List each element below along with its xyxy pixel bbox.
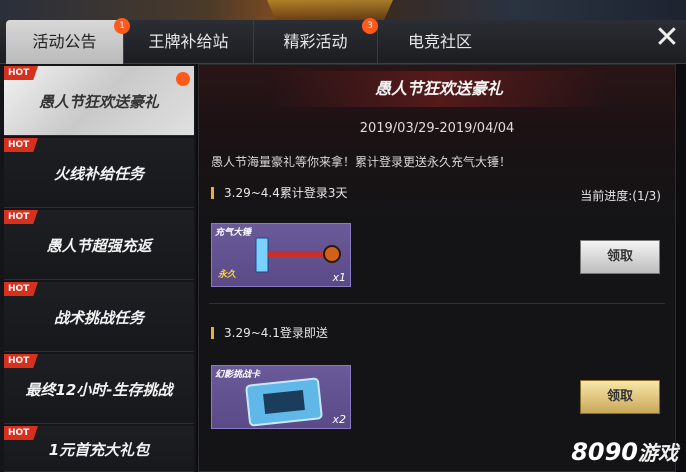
challenge-card-icon	[245, 377, 323, 427]
tab-announcements[interactable]: 活动公告 1	[6, 18, 130, 64]
tab-label: 王牌补给站	[148, 32, 229, 51]
notification-dot	[176, 72, 190, 86]
close-icon: ✕	[654, 20, 680, 55]
claim-button[interactable]: 领取	[580, 380, 660, 414]
top-banner	[0, 0, 686, 20]
sidebar-item-recharge-rebate[interactable]: HOT 愚人节超强充返	[4, 210, 194, 280]
reward-item-card[interactable]: 幻影挑战卡 x2	[211, 365, 351, 429]
sidebar-item-label: 愚人节狂欢送豪礼	[38, 93, 159, 111]
sidebar-item-label: 战术挑战任务	[53, 309, 144, 327]
sidebar-item-label: 1元首充大礼包	[48, 441, 150, 459]
event-detail-panel: 愚人节狂欢送豪礼 2019/03/29-2019/04/04 愚人节海量豪礼等你…	[198, 64, 676, 472]
tab-label: 电竞社区	[407, 32, 472, 51]
task-heading: 3.29~4.4累计登录3天	[211, 187, 348, 199]
reward-item-card[interactable]: 充气大锤 永久 x1	[211, 223, 351, 287]
sidebar-item-label: 最终12小时-生存挑战	[25, 381, 173, 399]
event-date-range: 2019/03/29-2019/04/04	[359, 121, 515, 136]
event-description: 愚人节海量豪礼等你来拿！累计登录更送永久充气大锤！	[211, 155, 512, 169]
tab-events[interactable]: 精彩活动 3	[254, 18, 378, 64]
tab-badge: 3	[362, 18, 378, 34]
sidebar-item-label: 火线补给任务	[53, 165, 144, 183]
close-button[interactable]: ✕	[654, 23, 680, 53]
progress-text: 当前进度:(1/3)	[580, 189, 661, 203]
sidebar-item-survival-challenge[interactable]: HOT 最终12小时-生存挑战	[4, 354, 194, 424]
tab-bar: 活动公告 1 王牌补给站 精彩活动 3 电竞社区	[0, 18, 686, 64]
sidebar-item-supply-mission[interactable]: HOT 火线补给任务	[4, 138, 194, 208]
site-watermark: 8090游戏	[571, 437, 678, 466]
reward-quantity: x1	[332, 271, 346, 284]
watermark-text: 游戏	[638, 441, 678, 465]
game-logo	[267, 0, 393, 20]
divider	[209, 303, 665, 304]
event-title: 愚人节狂欢送豪礼	[269, 71, 609, 107]
reward-quantity: x2	[332, 413, 346, 426]
reward-duration-tag: 永久	[218, 270, 237, 280]
watermark-number: 8090	[571, 438, 638, 466]
task-heading: 3.29~4.1登录即送	[211, 327, 328, 339]
tab-label: 活动公告	[32, 32, 97, 51]
sidebar-item-first-recharge-pack[interactable]: HOT 1元首充大礼包	[4, 426, 194, 472]
tab-esports-community[interactable]: 电竞社区	[378, 20, 502, 64]
sidebar-item-april-fools-gift[interactable]: HOT 愚人节狂欢送豪礼	[4, 66, 194, 136]
claim-button[interactable]: 领取	[580, 240, 660, 274]
tab-supply-station[interactable]: 王牌补给站	[124, 20, 254, 64]
sidebar-item-tactical-challenge[interactable]: HOT 战术挑战任务	[4, 282, 194, 352]
sidebar: HOT 愚人节狂欢送豪礼 HOT 火线补给任务 HOT 愚人节超强充返 HOT …	[0, 64, 196, 472]
sidebar-item-label: 愚人节超强充返	[46, 237, 152, 255]
tab-label: 精彩活动	[283, 32, 348, 51]
